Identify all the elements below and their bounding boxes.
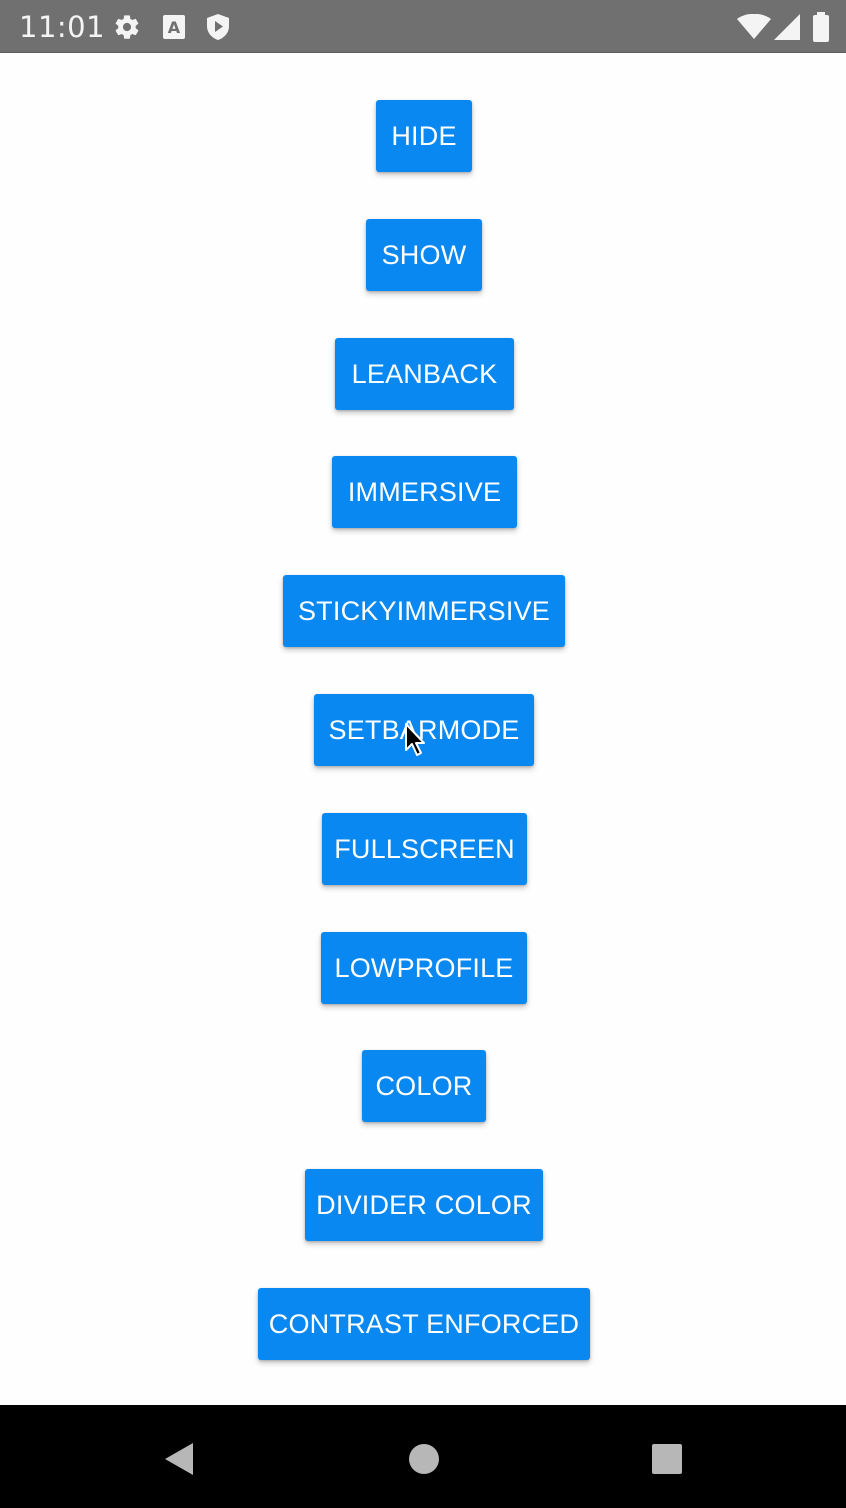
hide-button[interactable]: HIDE [376,100,472,172]
text-a-icon: A [162,13,186,41]
divider-color-button[interactable]: DIVIDER COLOR [305,1169,543,1241]
cellular-signal-icon [774,14,800,40]
recents-square-icon[interactable] [647,1439,687,1479]
home-circle-icon[interactable] [404,1439,444,1479]
color-button[interactable]: COLOR [362,1050,486,1122]
svg-text:A: A [168,18,181,37]
fullscreen-button[interactable]: FULLSCREEN [322,813,527,885]
stickyimmersive-button[interactable]: STICKYIMMERSIVE [283,575,565,647]
contrast-enforced-button[interactable]: CONTRAST ENFORCED [258,1288,590,1360]
status-time: 11:01 [19,10,106,44]
status-bar: 11:01 A [0,0,846,53]
leanback-button[interactable]: LEANBACK [335,338,514,410]
gear-icon [113,13,141,41]
battery-icon [812,12,830,42]
lowprofile-button[interactable]: LOWPROFILE [321,932,527,1004]
wifi-icon [737,14,771,40]
immersive-button[interactable]: IMMERSIVE [332,456,517,528]
mouse-pointer-icon [404,722,428,758]
show-button[interactable]: SHOW [366,219,482,291]
back-triangle-icon[interactable] [160,1439,200,1479]
shield-play-icon [205,13,231,41]
device-screen: 11:01 A HIDE SHOW LEANBACK IMMERSIVE STI… [0,0,846,1508]
navigation-bar [0,1405,846,1508]
